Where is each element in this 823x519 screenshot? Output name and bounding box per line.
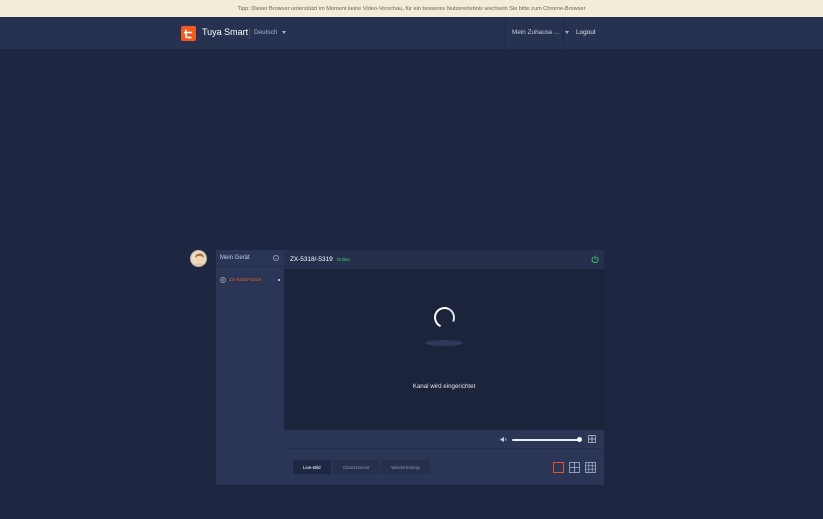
chevron-down-icon [282, 31, 287, 34]
camera-icon [220, 277, 226, 283]
video-viewport[interactable]: Kanal wird eingerichtet [284, 269, 604, 430]
avatar-face-icon [194, 253, 205, 266]
brand-name[interactable]: Tuya Smart [202, 27, 248, 37]
channel-status-text: Kanal wird eingerichtet [412, 383, 476, 390]
header-divider [563, 17, 564, 49]
camera-header: ZX-5318/-5319 Online [284, 250, 604, 269]
loading-spinner-icon [431, 304, 458, 331]
player-controls [284, 430, 604, 449]
sidebar-header: Mein Gerät [216, 250, 284, 267]
sidebar-title: Mein Gerät [220, 255, 250, 261]
language-select[interactable]: Deutsch [254, 29, 287, 36]
layout-9-icon[interactable] [585, 462, 596, 473]
tuya-logo-icon[interactable] [181, 26, 196, 41]
sidebar-item-device[interactable]: ZX-5318/-5319 [220, 276, 280, 284]
header-divider [505, 17, 506, 49]
layout-1-icon[interactable] [553, 462, 564, 473]
home-label: Mein Zuhause ... [512, 29, 560, 36]
home-select[interactable]: Mein Zuhause ... [512, 29, 569, 36]
speaker-icon[interactable] [500, 436, 507, 443]
device-name: ZX-5318/-5319 [229, 277, 261, 283]
browser-tip-text: Tipp: Dieser Browser unterstützt im Mome… [237, 5, 586, 12]
settings-icon[interactable] [273, 255, 279, 261]
volume-slider[interactable] [512, 439, 580, 441]
power-icon[interactable] [591, 255, 599, 263]
tab-live[interactable]: Live-Bild [293, 460, 331, 474]
layout-4-icon[interactable] [569, 462, 580, 473]
logout-button[interactable]: Logout [576, 29, 596, 36]
camera-title: ZX-5318/-5319 [290, 256, 333, 263]
browser-tip-bar: Tipp: Dieser Browser unterstützt im Mome… [0, 0, 823, 17]
volume-slider-handle[interactable] [577, 437, 582, 442]
top-header [0, 17, 823, 49]
chevron-down-icon [564, 31, 569, 34]
online-badge: Online [336, 257, 350, 262]
avatar[interactable] [190, 250, 207, 267]
device-sidebar: Mein Gerät ZX-5318/-5319 [216, 250, 284, 485]
view-tabs: Live-Bild Cloud-Dienst Wiederholung [293, 460, 430, 474]
fullscreen-icon[interactable] [588, 435, 596, 443]
header-divider [249, 28, 250, 39]
camera-title-row: ZX-5318/-5319 Online [290, 256, 350, 263]
tab-playback[interactable]: Wiederholung [381, 460, 430, 474]
language-label: Deutsch [254, 29, 278, 36]
tuya-logo-glyph [183, 29, 193, 39]
camera-panel: ZX-5318/-5319 Online Kanal wird eingeric… [284, 250, 604, 485]
device-menu-dot[interactable] [278, 279, 280, 281]
spinner-shadow [425, 340, 463, 346]
tab-cloud[interactable]: Cloud-Dienst [332, 460, 380, 474]
